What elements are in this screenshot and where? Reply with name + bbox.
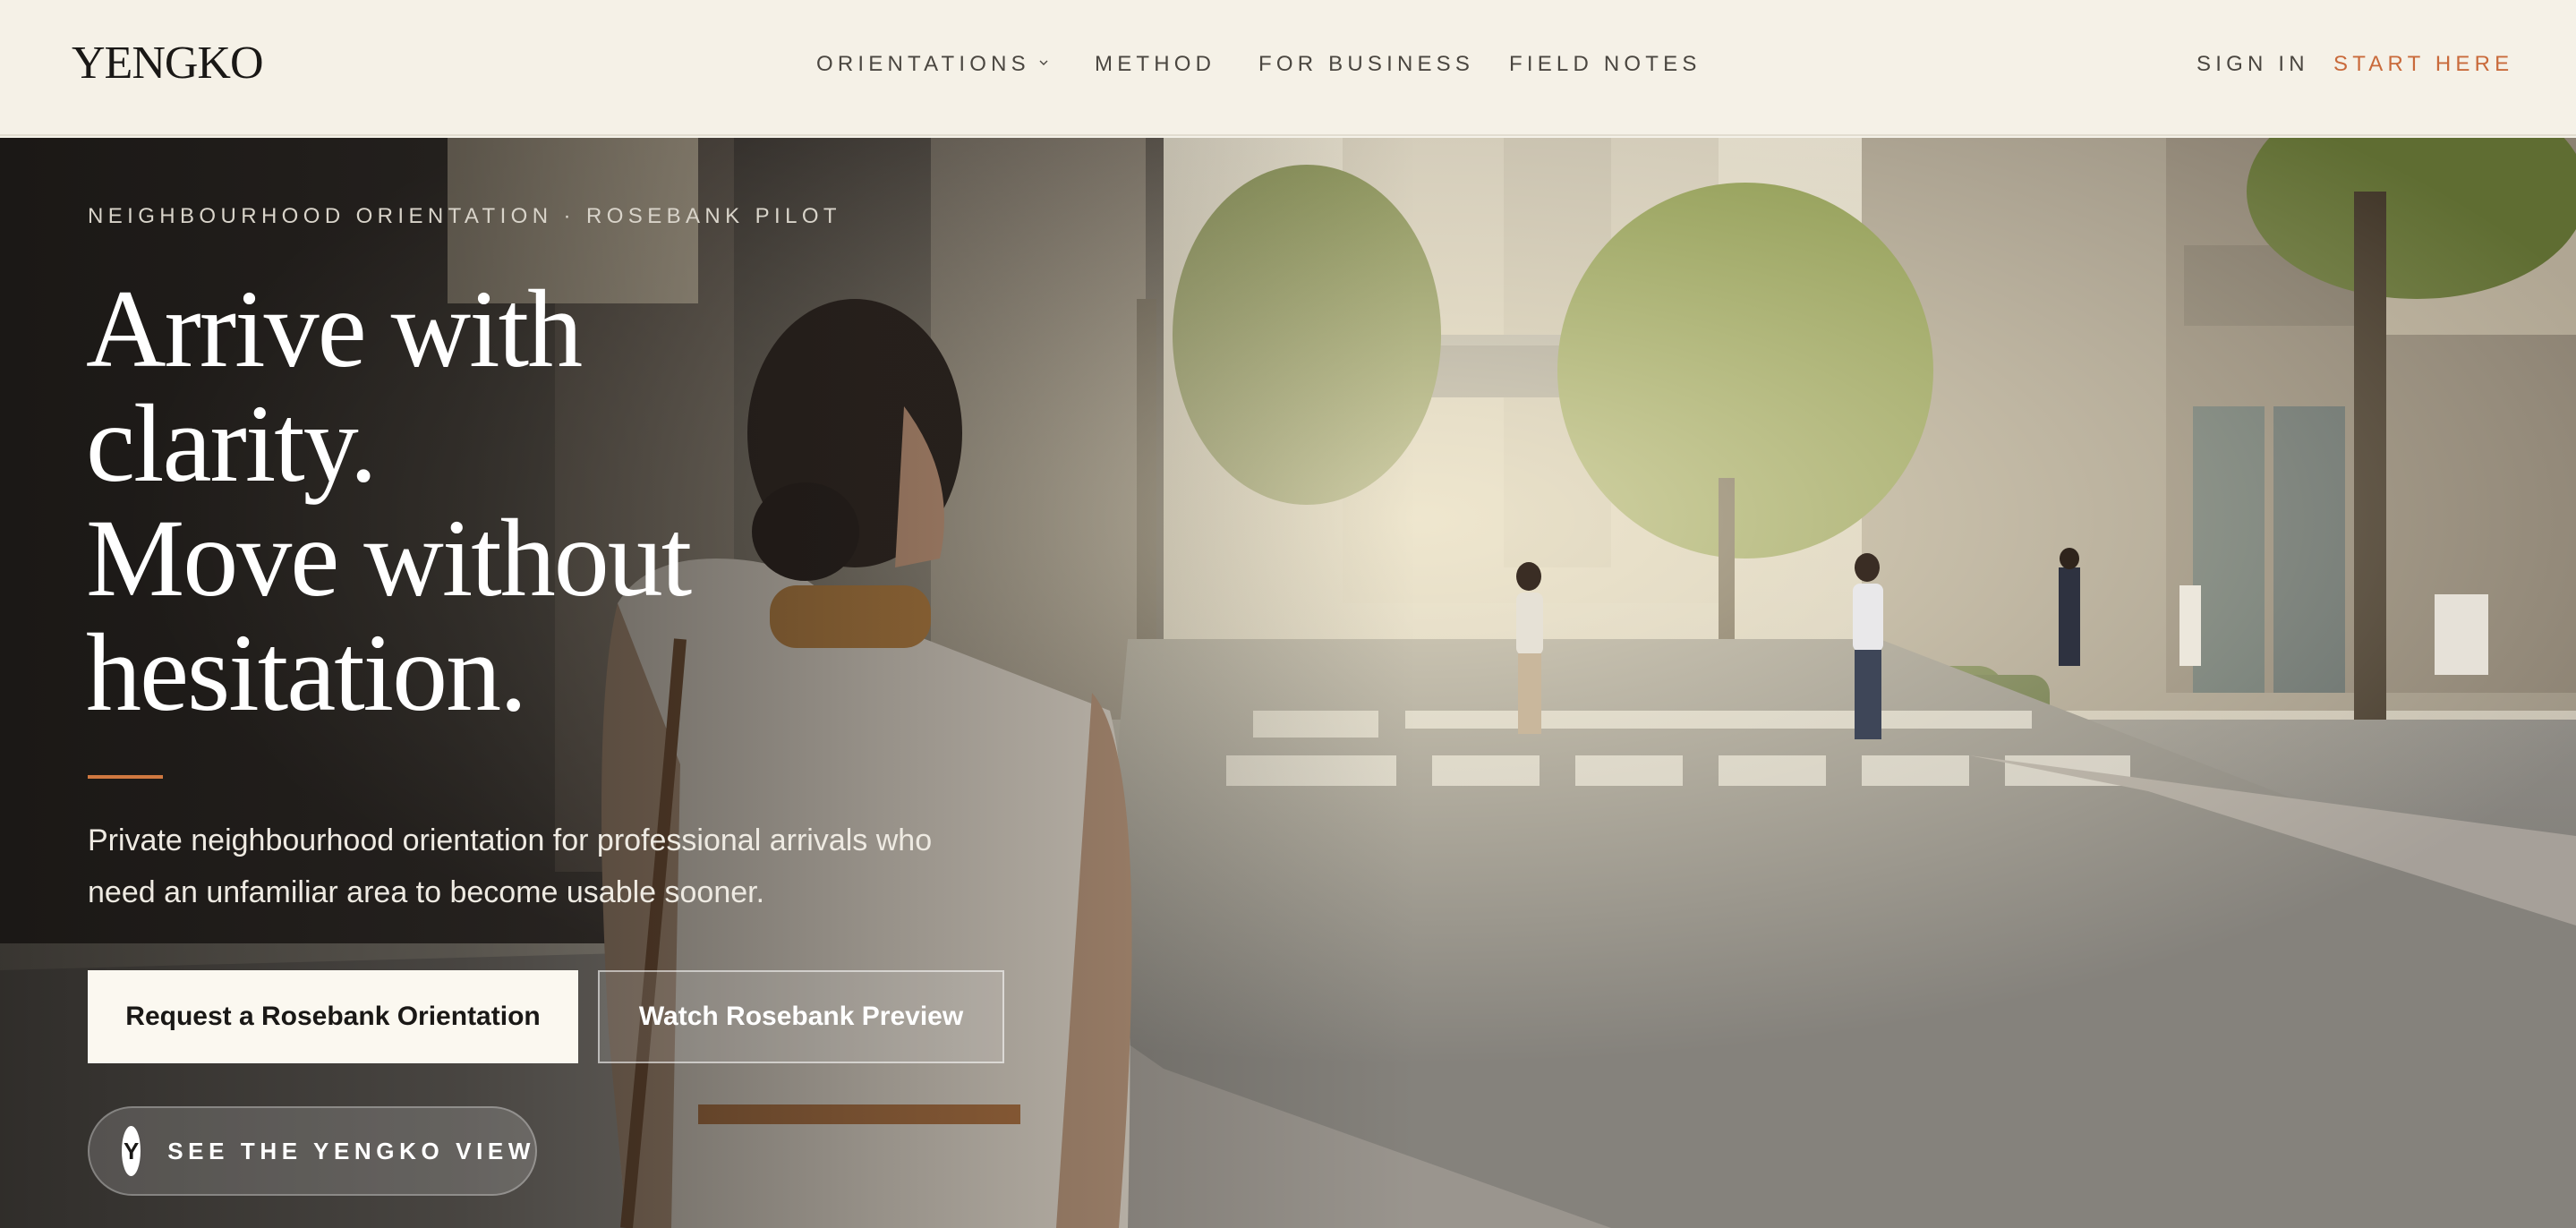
start-here-link[interactable]: START HERE <box>2333 50 2513 79</box>
hero-section: NEIGHBOURHOOD ORIENTATION · ROSEBANK PIL… <box>0 138 2576 1228</box>
main-nav: ORIENTATIONS METHOD FOR BUSINESS FIELD N… <box>0 50 2576 79</box>
nav-item-field-notes[interactable]: FIELD NOTES <box>1509 50 1702 79</box>
sign-in-link[interactable]: SIGN IN <box>2196 50 2309 79</box>
nav-item-orientations[interactable]: ORIENTATIONS <box>816 50 1048 79</box>
request-orientation-button[interactable]: Request a Rosebank Orientation <box>88 970 578 1063</box>
nav-item-for-business[interactable]: FOR BUSINESS <box>1258 50 1474 79</box>
headline-line: clarity. <box>86 382 378 505</box>
see-yengko-view-label: SEE THE YENGKO VIEW <box>167 1137 535 1164</box>
hero-headline: Arrive with clarity. Move without hesita… <box>86 272 981 730</box>
nav-item-label: ORIENTATIONS <box>816 52 1030 76</box>
headline-line: Arrive with <box>86 268 583 390</box>
yengko-badge-icon: Y <box>122 1126 141 1176</box>
headline-line: Move without <box>86 497 692 619</box>
chevron-down-icon <box>1039 60 1048 65</box>
headline-line: hesitation. <box>86 611 527 734</box>
hero-eyebrow: NEIGHBOURHOOD ORIENTATION · ROSEBANK PIL… <box>88 204 841 228</box>
nav-item-method[interactable]: METHOD <box>1095 50 1215 79</box>
accent-divider <box>88 775 163 779</box>
hero-subtitle: Private neighbourhood orientation for pr… <box>88 823 933 909</box>
see-yengko-view-button[interactable]: Y SEE THE YENGKO VIEW <box>88 1106 537 1196</box>
site-header: YENGKO ORIENTATIONS METHOD FOR BUSINESS … <box>0 0 2576 136</box>
watch-preview-button[interactable]: Watch Rosebank Preview <box>598 970 1004 1063</box>
